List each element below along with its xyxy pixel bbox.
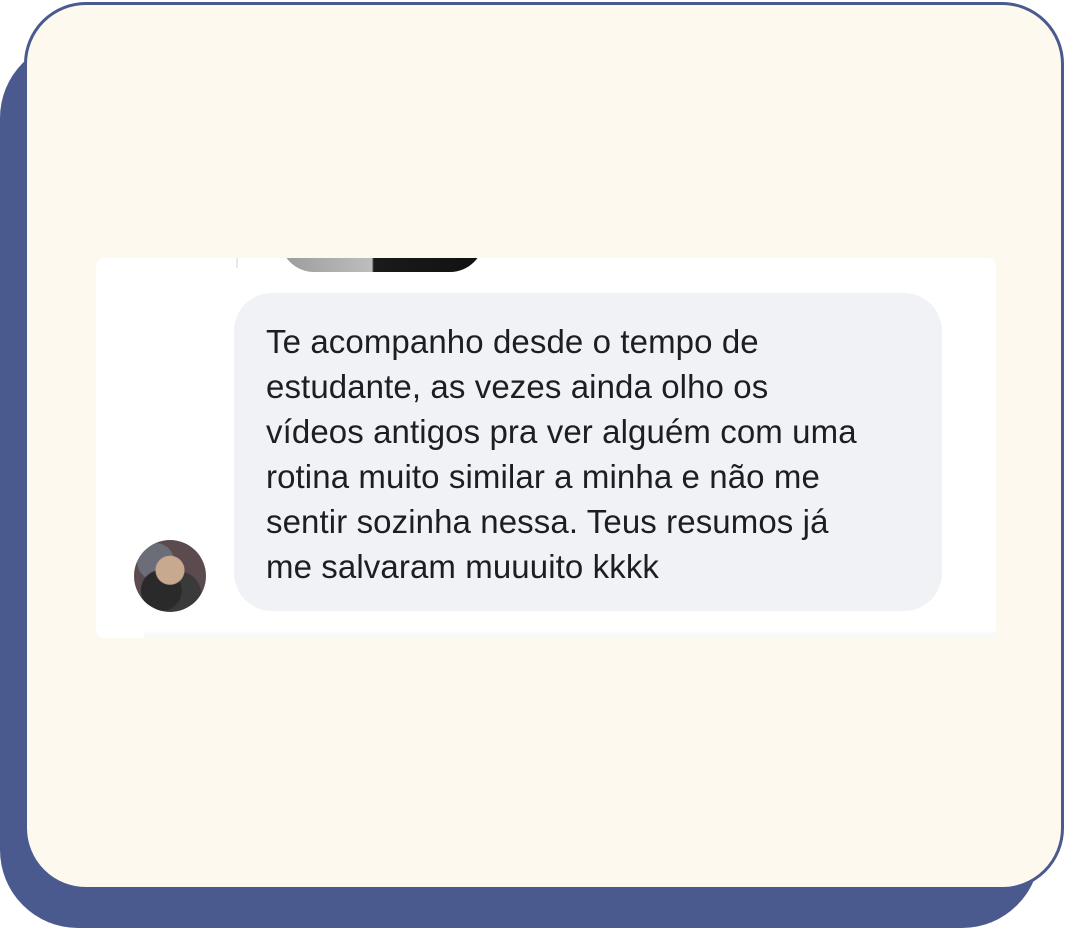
next-comment-edge xyxy=(144,630,996,638)
comment-line: estudante, as vezes ainda olho os xyxy=(266,368,769,405)
comment-screenshot: Te acompanho desde o tempo de estudante,… xyxy=(96,258,996,638)
comment-line: sentir sozinha nessa. Teus resumos já xyxy=(266,503,829,540)
comment-text: Te acompanho desde o tempo de estudante,… xyxy=(266,319,914,589)
comment-line: vídeos antigos pra ver alguém com uma xyxy=(266,413,857,450)
commenter-avatar[interactable] xyxy=(134,540,206,612)
comment-bubble[interactable]: Te acompanho desde o tempo de estudante,… xyxy=(234,293,942,611)
comment-line: me salvaram muuuito kkkk xyxy=(266,548,660,585)
comment-line: rotina muito similar a minha e não me xyxy=(266,458,820,495)
thread-line xyxy=(236,258,238,268)
previous-comment-media xyxy=(280,258,484,272)
comment-line: Te acompanho desde o tempo de xyxy=(266,323,759,360)
